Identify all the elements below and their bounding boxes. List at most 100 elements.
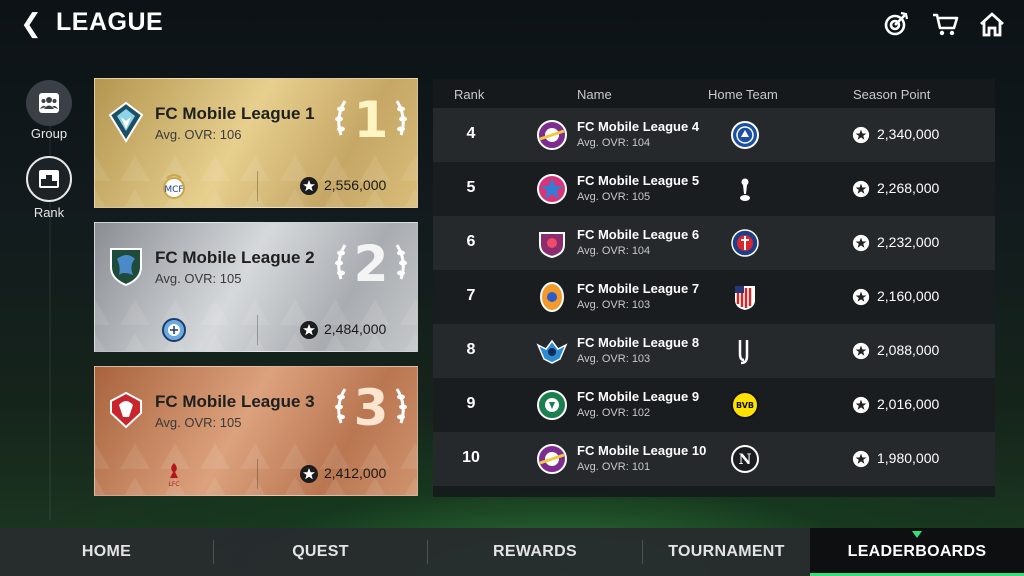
page-title: LEAGUE [56, 8, 164, 36]
active-tab-caret-icon [912, 531, 922, 538]
bottom-nav: HOME QUEST REWARDS TOURNAMENT LEADERBOAR… [0, 528, 1024, 576]
row-points: 2,340,000 [877, 126, 940, 142]
season-point-icon [300, 465, 318, 483]
league-crest-icon [537, 444, 567, 474]
podium-ovr: Avg. OVR: 106 [155, 127, 242, 142]
chelsea-crest-icon [731, 121, 759, 149]
tab-rewards[interactable]: REWARDS [428, 528, 642, 576]
league-crest-icon [108, 101, 144, 143]
season-point-icon [852, 342, 870, 360]
napoli-crest-icon: N [731, 445, 759, 473]
tab-home[interactable]: HOME [0, 528, 213, 576]
target-icon[interactable] [882, 10, 910, 38]
row-rank: 9 [466, 395, 476, 412]
group-button[interactable] [26, 80, 72, 126]
row-ovr: Avg. OVR: 105 [577, 191, 651, 203]
season-point-icon [852, 396, 870, 414]
league-crest-icon [536, 339, 568, 364]
podium-name: FC Mobile League 3 [155, 392, 315, 411]
table-header: Rank Name Home Team Season Point [433, 79, 995, 109]
tab-tournament[interactable]: TOURNAMENT [643, 528, 810, 576]
season-point-icon [300, 177, 318, 195]
league-crest-icon [537, 174, 567, 204]
podium-points: 2,556,000 [324, 177, 387, 193]
svg-text:MCF: MCF [164, 185, 183, 195]
liverpool-crest-icon: LFC [169, 463, 180, 488]
podium-ovr: Avg. OVR: 105 [155, 271, 242, 286]
podium-name: FC Mobile League 2 [155, 248, 315, 267]
league-crest-icon [110, 248, 142, 287]
header-name: Name [577, 87, 612, 102]
row-name: FC Mobile League 9 [577, 389, 700, 404]
row-rank: 5 [466, 179, 476, 196]
rank-button[interactable] [26, 156, 72, 202]
card-divider [257, 459, 258, 489]
header-season-point: Season Point [853, 87, 931, 102]
svg-text:N: N [739, 452, 752, 468]
header-home-team: Home Team [708, 87, 778, 102]
table-row[interactable]: 4 FC Mobile League 4 Avg. OVR: 104 2,340… [433, 108, 995, 162]
table-row[interactable]: 6 FC Mobile League 6 Avg. OVR: 104 2,232… [433, 216, 995, 270]
table-row[interactable]: 7 FC Mobile League 7 Avg. OVR: 103 2,160… [433, 270, 995, 324]
table-row[interactable]: 10 FC Mobile League 10 Avg. OVR: 101 N 1… [433, 432, 995, 486]
row-ovr: Avg. OVR: 103 [577, 353, 651, 365]
rank-1-laurel-icon: 1 [335, 91, 407, 145]
row-name: FC Mobile League 5 [577, 173, 700, 188]
row-ovr: Avg. OVR: 102 [577, 407, 651, 419]
psg-crest-icon [731, 229, 759, 257]
podium-card-2[interactable]: FC Mobile League 2 Avg. OVR: 105 2 2,484… [94, 222, 418, 352]
header-bar: ❮ LEAGUE [0, 0, 1024, 48]
side-rail: Group Rank [0, 60, 96, 520]
svg-text:2: 2 [354, 235, 389, 289]
manchester-city-crest-icon [162, 318, 186, 342]
season-point-icon [852, 288, 870, 306]
rank-2-laurel-icon: 2 [335, 235, 407, 289]
svg-text:LFC: LFC [169, 481, 180, 488]
row-ovr: Avg. OVR: 103 [577, 299, 651, 311]
atletico-madrid-crest-icon [735, 286, 755, 310]
group-icon [39, 93, 59, 113]
podium-points: 2,484,000 [324, 321, 387, 337]
svg-text:3: 3 [354, 379, 389, 433]
season-point-icon [852, 126, 870, 144]
card-divider [257, 315, 258, 345]
group-label: Group [30, 126, 68, 141]
row-rank: 8 [466, 341, 476, 358]
row-ovr: Avg. OVR: 104 [577, 245, 651, 257]
rank-3-laurel-icon: 3 [335, 379, 407, 433]
row-name: FC Mobile League 6 [577, 227, 700, 242]
row-name: FC Mobile League 10 [577, 443, 707, 458]
season-point-icon [300, 321, 318, 339]
cart-icon[interactable] [931, 10, 959, 38]
rail-divider [49, 80, 51, 520]
header-rank: Rank [454, 87, 485, 102]
home-icon[interactable] [978, 10, 1006, 38]
podium-points: 2,412,000 [324, 465, 387, 481]
card-divider [257, 171, 258, 201]
back-chevron-icon[interactable]: ❮ [20, 8, 42, 38]
row-points: 2,268,000 [877, 180, 940, 196]
row-name: FC Mobile League 7 [577, 281, 700, 296]
row-ovr: Avg. OVR: 104 [577, 137, 651, 149]
row-points: 2,016,000 [877, 396, 940, 412]
row-points: 2,088,000 [877, 342, 940, 358]
row-rank: 6 [466, 233, 476, 250]
row-name: FC Mobile League 4 [577, 119, 700, 134]
table-row[interactable]: 5 FC Mobile League 5 Avg. OVR: 105 2,268… [433, 162, 995, 216]
league-crest-icon [540, 282, 564, 312]
tab-quest[interactable]: QUEST [214, 528, 427, 576]
row-points: 2,160,000 [877, 288, 940, 304]
podium-name: FC Mobile League 1 [155, 104, 315, 123]
podium-card-3[interactable]: FC Mobile League 3 Avg. OVR: 105 3 LFC 2… [94, 366, 418, 496]
podium-card-1[interactable]: FC Mobile League 1 Avg. OVR: 106 1 MCF 2… [94, 78, 418, 208]
league-crest-icon [539, 232, 565, 259]
table-row[interactable]: 9 FC Mobile League 9 Avg. OVR: 102 BVB 2… [433, 378, 995, 432]
rank-label: Rank [33, 205, 65, 220]
table-row[interactable]: 8 FC Mobile League 8 Avg. OVR: 103 2,088… [433, 324, 995, 378]
league-crest-icon [537, 120, 567, 150]
leaderboard-table: Rank Name Home Team Season Point 4 FC Mo… [433, 79, 995, 497]
league-crest-icon [110, 391, 142, 429]
row-points: 1,980,000 [877, 450, 940, 466]
league-crest-icon [537, 390, 567, 420]
tottenham-crest-icon [740, 178, 750, 201]
